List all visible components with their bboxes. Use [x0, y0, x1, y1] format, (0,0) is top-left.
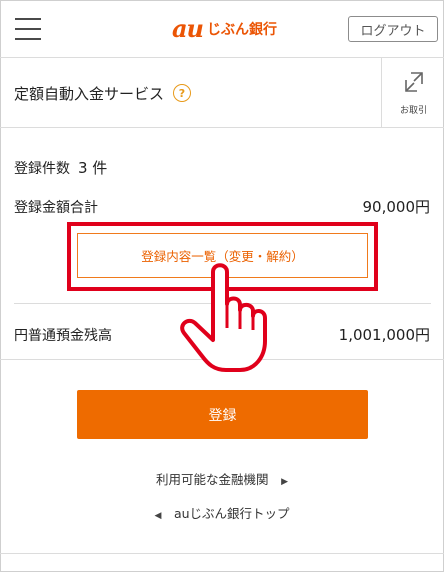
- logo-mark: au: [172, 14, 204, 43]
- balance-value: 1,001,000円: [338, 326, 430, 344]
- available-banks-label: 利用可能な金融機関: [155, 472, 269, 487]
- transaction-label: お取引: [399, 106, 427, 116]
- count-value: 3 件: [78, 159, 108, 177]
- bank-top-label: auじぶん銀行トップ: [173, 506, 290, 521]
- bank-top-link[interactable]: ◀ auじぶん銀行トップ: [0, 503, 444, 522]
- hamburger-menu-icon[interactable]: [15, 18, 41, 40]
- register-button[interactable]: 登録: [77, 390, 368, 439]
- logout-button[interactable]: ログアウト: [348, 16, 438, 42]
- service-header: 定額自動入金サービス ? お取引: [0, 58, 444, 128]
- triangle-left-icon: ◀: [154, 511, 170, 521]
- count-label: 登録件数: [14, 161, 70, 177]
- balance-label: 円普通預金残高: [14, 328, 112, 344]
- header: au じぶん銀行 ログアウト: [0, 0, 444, 58]
- logo-text: じぶん銀行: [207, 22, 277, 38]
- available-banks-link[interactable]: 利用可能な金融機関 ▶: [0, 469, 444, 488]
- transaction-button[interactable]: お取引: [381, 58, 444, 128]
- help-icon[interactable]: ?: [173, 84, 191, 102]
- triangle-right-icon: ▶: [272, 477, 288, 487]
- registration-count: 登録件数 3 件: [14, 157, 107, 178]
- pointing-hand-icon: [180, 263, 267, 372]
- bank-logo[interactable]: au じぶん銀行: [172, 14, 277, 44]
- total-value: 90,000円: [362, 198, 431, 216]
- swap-arrows-icon: [405, 72, 423, 92]
- total-label: 登録金額合計: [14, 200, 98, 216]
- page-title: 定額自動入金サービス: [14, 85, 165, 103]
- divider: [0, 553, 444, 554]
